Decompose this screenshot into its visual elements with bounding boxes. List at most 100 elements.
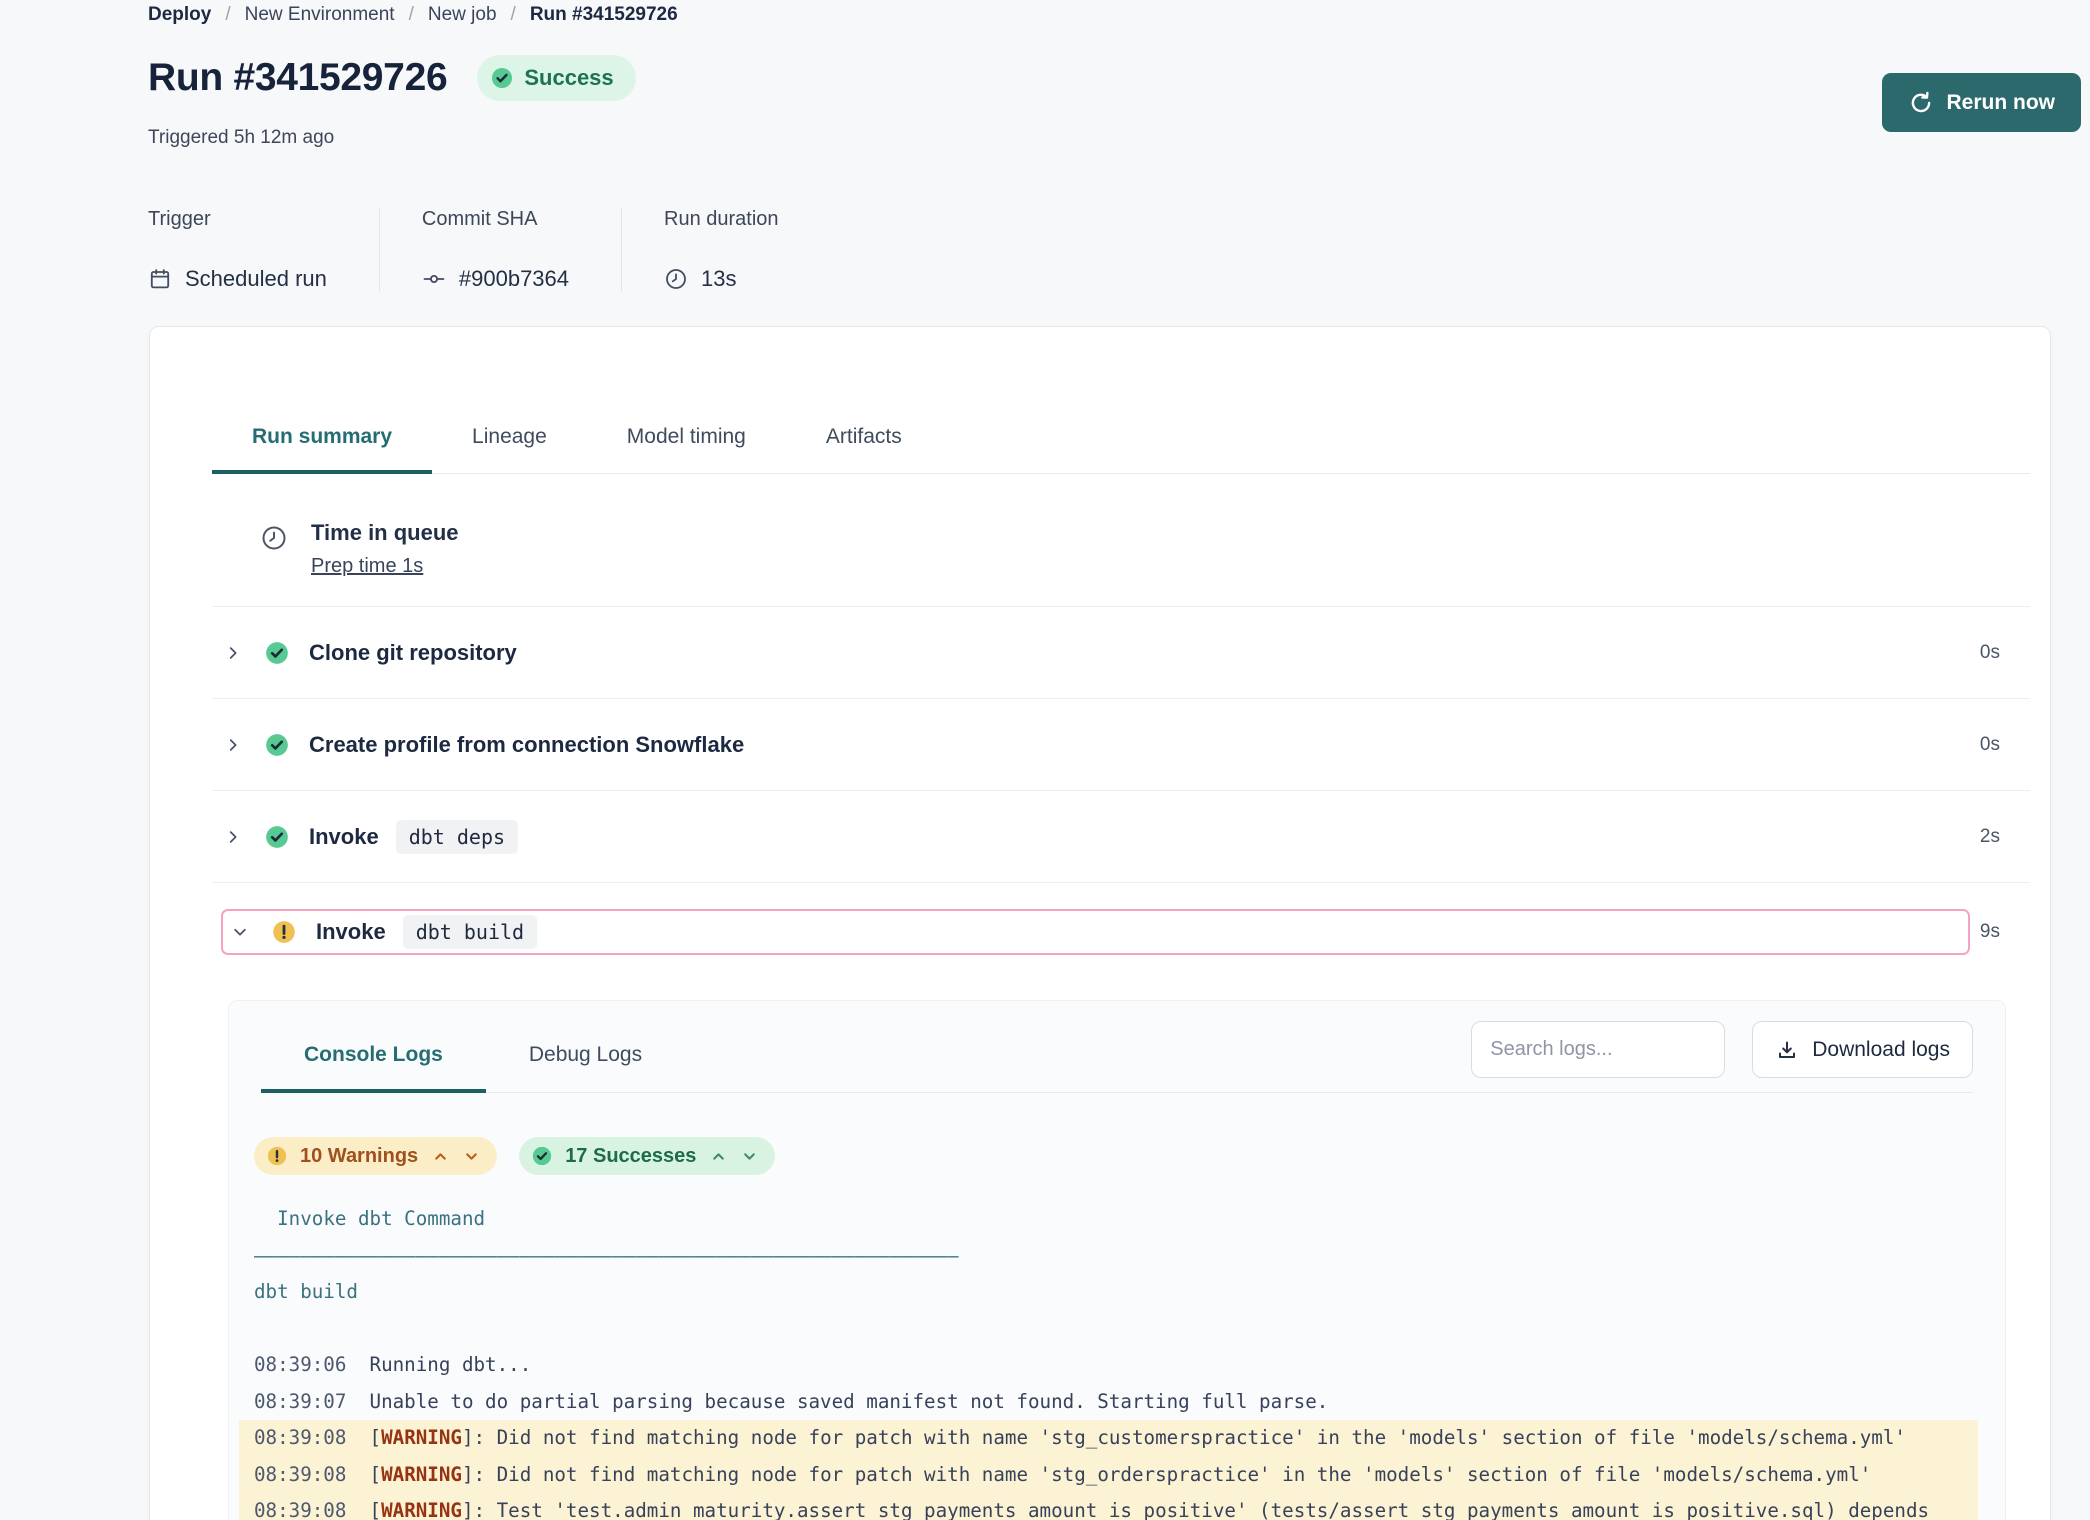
meta-commit: Commit SHA #900b7364: [379, 208, 621, 292]
warnings-pill: 10 Warnings: [254, 1137, 497, 1175]
log-command: dbt build: [239, 1274, 1978, 1311]
breadcrumb-separator: /: [409, 4, 414, 26]
step-duration: 2s: [1980, 826, 2000, 848]
log-message: Did not find matching node for patch wit…: [497, 1426, 1906, 1449]
warnings-next-button[interactable]: [463, 1148, 480, 1165]
step-row[interactable]: Invoke dbt build 9s: [212, 883, 2030, 955]
steps-list: Clone git repository 0s Create profile fro…: [212, 607, 2030, 955]
tab-run-summary[interactable]: Run summary: [212, 411, 432, 474]
step-title: Invoke: [309, 824, 379, 850]
clock-icon: [664, 267, 688, 291]
log-bracket: [: [370, 1463, 382, 1486]
log-message: Running dbt...: [370, 1353, 532, 1376]
tab-lineage[interactable]: Lineage: [432, 411, 587, 474]
warning-icon: [266, 1145, 288, 1167]
log-timestamp: 08:39:08: [254, 1426, 370, 1449]
log-divider-dashes: ————————————————————————————————————————…: [239, 1238, 1978, 1275]
log-warning-tag: WARNING: [381, 1463, 462, 1486]
queue-title: Time in queue: [311, 520, 459, 546]
meta-duration-value: 13s: [701, 266, 736, 292]
log-message: Did not find matching node for patch wit…: [497, 1463, 1872, 1486]
log-bracket: [: [370, 1499, 382, 1520]
step-success-icon: [264, 824, 290, 850]
meta-duration-label: Run duration: [664, 208, 779, 231]
rerun-now-label: Rerun now: [1947, 91, 2056, 115]
log-warning-tag: WARNING: [381, 1499, 462, 1520]
success-pill-check-icon: [531, 1145, 553, 1167]
log-bracket: ]:: [462, 1463, 497, 1486]
refresh-icon: [1908, 90, 1934, 116]
log-message: Unable to do partial parsing because sav…: [370, 1390, 1329, 1413]
success-check-icon: [490, 66, 514, 90]
step-row[interactable]: Clone git repository 0s: [212, 607, 2030, 699]
log-blank-line: [239, 1311, 1978, 1348]
calendar-icon: [148, 267, 172, 291]
step-row[interactable]: Create profile from connection Snowflake…: [212, 699, 2030, 791]
step-command-chip: dbt deps: [396, 820, 518, 854]
breadcrumb-item[interactable]: Deploy: [148, 4, 211, 26]
log-badges-row: 10 Warnings 17 Successes: [254, 1137, 2005, 1175]
download-logs-button[interactable]: Download logs: [1752, 1021, 1973, 1078]
log-bracket: ]:: [462, 1426, 497, 1449]
search-logs-input[interactable]: [1471, 1021, 1725, 1078]
step-command-chip: dbt build: [403, 915, 537, 949]
prep-time-link[interactable]: Prep time 1s: [311, 555, 423, 578]
step-expanded-box[interactable]: Invoke dbt build: [221, 909, 1970, 955]
log-controls: Download logs: [1471, 1021, 1973, 1078]
time-in-queue-block: Time in queue Prep time 1s: [212, 474, 2030, 607]
meta-duration: Run duration 13s: [621, 208, 831, 292]
warnings-prev-button[interactable]: [432, 1148, 449, 1165]
rerun-now-button[interactable]: Rerun now: [1882, 73, 2082, 132]
successes-pill-label: 17 Successes: [565, 1145, 696, 1168]
step-duration: 0s: [1980, 642, 2000, 664]
log-output: Invoke dbt Command——————————————————————…: [229, 1201, 2005, 1520]
tab-model-timing[interactable]: Model timing: [587, 411, 786, 474]
successes-next-button[interactable]: [741, 1148, 758, 1165]
breadcrumb-item: Run #341529726: [530, 4, 678, 26]
console-panel: Console LogsDebug Logs Download logs: [228, 1000, 2006, 1520]
log-warning-tag: WARNING: [381, 1426, 462, 1449]
log-timestamp: 08:39:07: [254, 1390, 370, 1413]
download-icon: [1775, 1038, 1799, 1062]
meta-commit-label: Commit SHA: [422, 208, 569, 231]
chevron-down-icon: [231, 923, 249, 941]
meta-commit-value: #900b7364: [459, 266, 569, 292]
log-line: 08:39:08 [WARNING]: Test 'test.admin_mat…: [239, 1493, 1978, 1520]
warnings-pill-label: 10 Warnings: [300, 1145, 418, 1168]
run-tabs: Run summaryLineageModel timingArtifacts: [212, 411, 2030, 474]
log-message: Test 'test.admin_maturity.assert_stg_pay…: [254, 1499, 1941, 1520]
queue-clock-icon: [260, 524, 288, 552]
download-logs-label: Download logs: [1812, 1038, 1950, 1062]
meta-trigger-value: Scheduled run: [185, 266, 327, 292]
chevron-right-icon: [224, 644, 242, 662]
step-title: Create profile from connection Snowflake: [309, 732, 744, 758]
successes-prev-button[interactable]: [710, 1148, 727, 1165]
breadcrumb-item[interactable]: New job: [428, 4, 497, 26]
log-tabs: Console LogsDebug Logs: [261, 1027, 685, 1092]
log-line: 08:39:07 Unable to do partial parsing be…: [239, 1384, 1978, 1421]
log-tab-debug-logs[interactable]: Debug Logs: [486, 1027, 685, 1093]
page-title: Run #341529726: [148, 56, 447, 100]
step-row[interactable]: Invoke dbt deps 2s: [212, 791, 2030, 883]
status-badge: Success: [477, 55, 635, 101]
breadcrumb: Deploy/New Environment/New job/Run #3415…: [148, 4, 678, 26]
meta-row: Trigger Scheduled run Commit SHA #900b73…: [148, 208, 831, 292]
step-title: Invoke: [316, 919, 386, 945]
breadcrumb-item[interactable]: New Environment: [245, 4, 395, 26]
tab-artifacts[interactable]: Artifacts: [786, 411, 942, 474]
log-line: 08:39:06 Running dbt...: [239, 1347, 1978, 1384]
successes-pill: 17 Successes: [519, 1137, 775, 1175]
log-timestamp: 08:39:08: [254, 1463, 370, 1486]
step-success-icon: [264, 732, 290, 758]
commit-icon: [422, 267, 446, 291]
log-bracket: [: [370, 1426, 382, 1449]
breadcrumb-separator: /: [225, 4, 230, 26]
step-duration: 9s: [1980, 921, 2000, 943]
log-tab-console-logs[interactable]: Console Logs: [261, 1027, 486, 1093]
step-title: Clone git repository: [309, 640, 517, 666]
meta-trigger: Trigger Scheduled run: [148, 208, 379, 292]
log-timestamp: 08:39:06: [254, 1353, 370, 1376]
title-row: Run #341529726 Success: [148, 55, 636, 101]
chevron-right-icon: [224, 736, 242, 754]
step-success-icon: [264, 640, 290, 666]
